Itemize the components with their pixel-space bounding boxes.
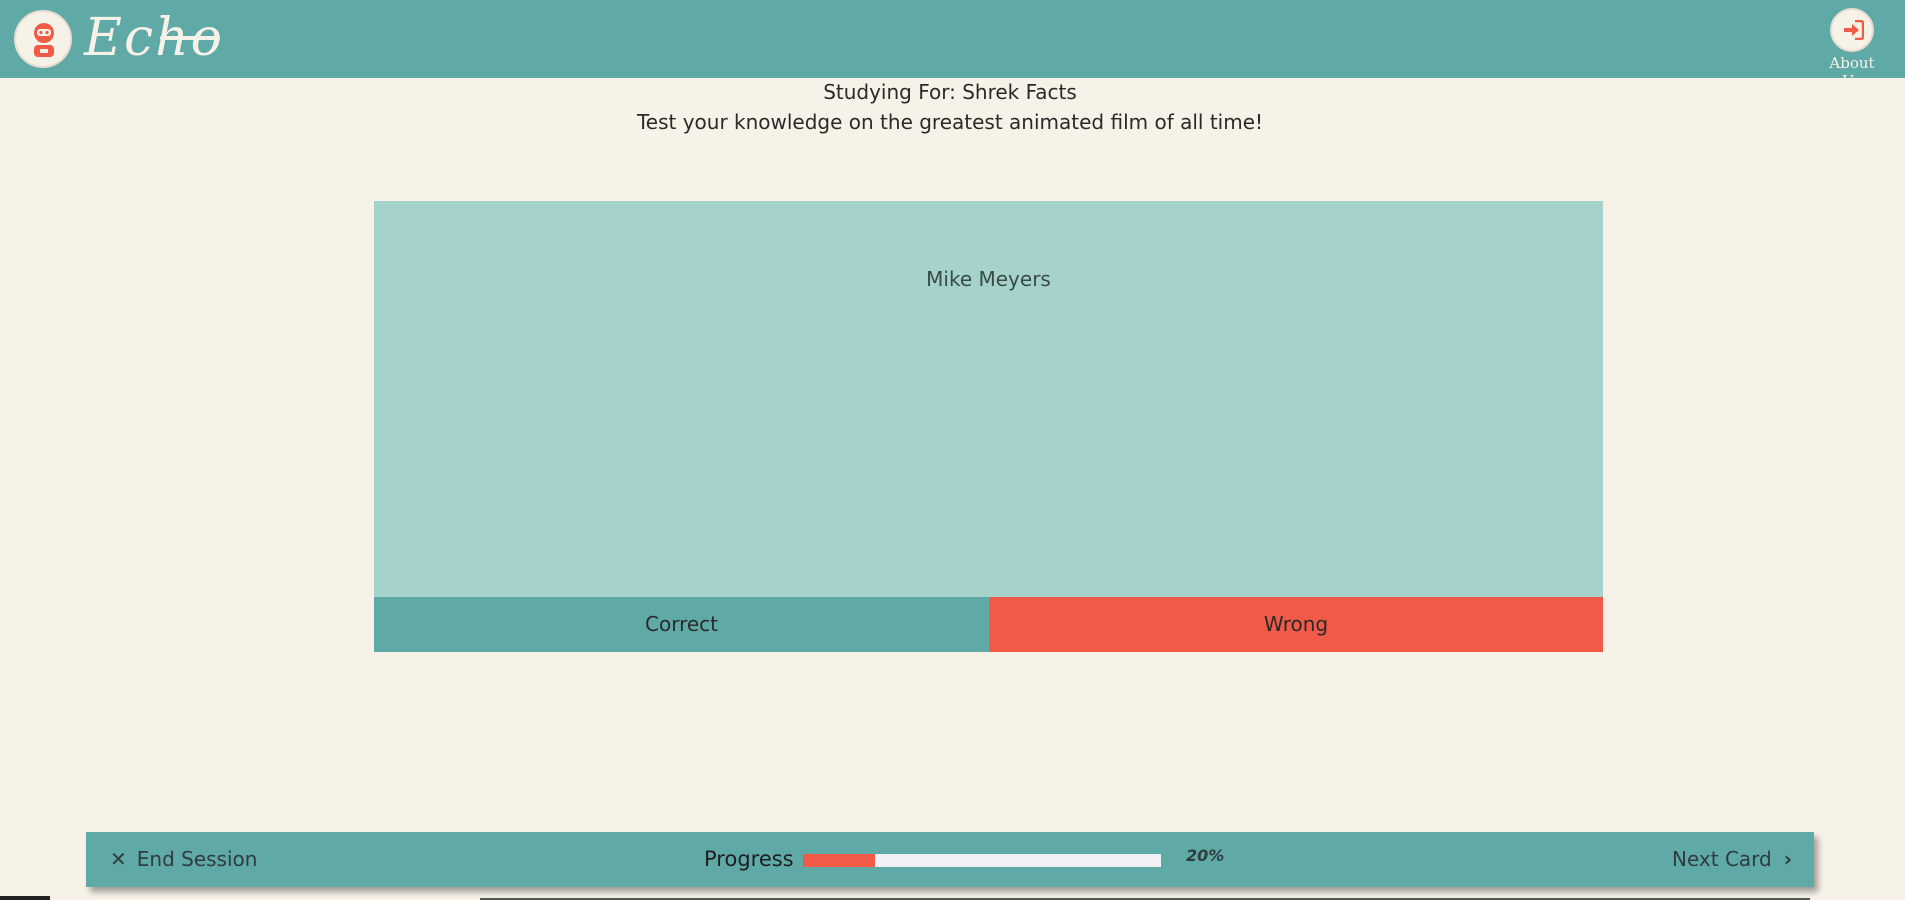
- end-session-label: End Session: [136, 847, 258, 871]
- about-icon-circle[interactable]: [1830, 8, 1874, 52]
- bottom-divider-left: [0, 896, 50, 900]
- flash-card[interactable]: Mike Meyers: [374, 201, 1603, 597]
- progress-label: Progress: [704, 847, 794, 871]
- chevron-right-icon: ›: [1783, 847, 1792, 871]
- logo[interactable]: [14, 10, 72, 68]
- sign-in-icon: [1844, 20, 1864, 40]
- about-us-link[interactable]: About Us: [1817, 8, 1887, 90]
- progress-percent: 20%: [1186, 846, 1225, 865]
- wrong-button[interactable]: Wrong: [989, 597, 1603, 652]
- page-title: Studying For: Shrek Facts: [823, 80, 1077, 104]
- header: Echo About Us: [0, 0, 1905, 90]
- progress-bar: [803, 854, 1161, 867]
- next-card-button[interactable]: Next Card ›: [1672, 832, 1792, 887]
- correct-button[interactable]: Correct: [374, 597, 989, 652]
- robot-avatar-icon: [34, 23, 54, 57]
- flash-card-text: Mike Meyers: [926, 267, 1051, 291]
- close-icon: ✕: [110, 847, 127, 871]
- session-toolbar: ✕ End Session Progress 20% Next Card ›: [86, 832, 1814, 887]
- next-card-label: Next Card: [1672, 847, 1772, 871]
- brand-underline: [160, 36, 220, 40]
- page-subtitle: Test your knowledge on the greatest anim…: [636, 110, 1264, 134]
- progress-bar-fill: [803, 854, 875, 867]
- end-session-button[interactable]: ✕ End Session: [110, 832, 257, 887]
